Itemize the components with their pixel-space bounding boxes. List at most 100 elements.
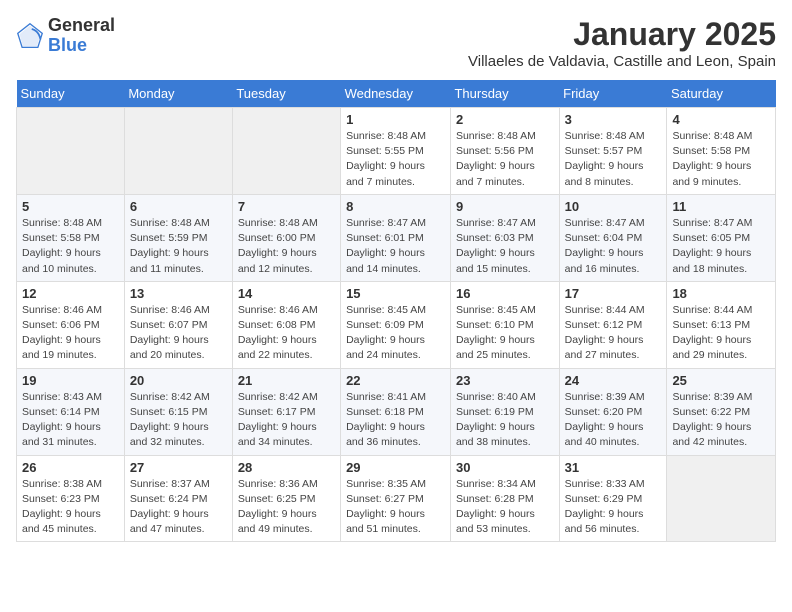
day-info: Sunrise: 8:46 AM Sunset: 6:06 PM Dayligh… (22, 303, 119, 364)
calendar-day-cell: 28 Sunrise: 8:36 AM Sunset: 6:25 PM Dayli… (232, 455, 340, 542)
day-info: Sunrise: 8:46 AM Sunset: 6:07 PM Dayligh… (130, 303, 227, 364)
day-number: 26 (22, 460, 119, 475)
day-number: 21 (238, 373, 335, 388)
day-number: 5 (22, 199, 119, 214)
page-header: General Blue January 2025 Villaeles de V… (16, 16, 776, 70)
day-number: 14 (238, 286, 335, 301)
day-info: Sunrise: 8:35 AM Sunset: 6:27 PM Dayligh… (346, 477, 445, 538)
calendar-day-cell: 21 Sunrise: 8:42 AM Sunset: 6:17 PM Dayli… (232, 368, 340, 455)
calendar-day-cell: 26 Sunrise: 8:38 AM Sunset: 6:23 PM Dayli… (17, 455, 125, 542)
day-number: 25 (672, 373, 770, 388)
calendar-day-cell (124, 108, 232, 195)
day-info: Sunrise: 8:47 AM Sunset: 6:01 PM Dayligh… (346, 216, 445, 277)
logo: General Blue (16, 16, 115, 56)
day-info: Sunrise: 8:45 AM Sunset: 6:10 PM Dayligh… (456, 303, 554, 364)
day-info: Sunrise: 8:48 AM Sunset: 5:56 PM Dayligh… (456, 129, 554, 190)
day-info: Sunrise: 8:41 AM Sunset: 6:18 PM Dayligh… (346, 390, 445, 451)
day-number: 28 (238, 460, 335, 475)
day-number: 27 (130, 460, 227, 475)
day-number: 23 (456, 373, 554, 388)
weekday-header-saturday: Saturday (667, 80, 776, 108)
calendar-day-cell: 14 Sunrise: 8:46 AM Sunset: 6:08 PM Dayli… (232, 281, 340, 368)
calendar-day-cell: 6 Sunrise: 8:48 AM Sunset: 5:59 PM Daylig… (124, 194, 232, 281)
calendar-day-cell: 18 Sunrise: 8:44 AM Sunset: 6:13 PM Dayli… (667, 281, 776, 368)
day-info: Sunrise: 8:48 AM Sunset: 5:58 PM Dayligh… (22, 216, 119, 277)
logo-text: General Blue (48, 16, 115, 56)
day-info: Sunrise: 8:48 AM Sunset: 6:00 PM Dayligh… (238, 216, 335, 277)
calendar-week-row: 19Sunrise: 8:43 AM Sunset: 6:14 PM Dayli… (17, 368, 776, 455)
day-number: 1 (346, 112, 445, 127)
calendar-day-cell: 3 Sunrise: 8:48 AM Sunset: 5:57 PM Daylig… (559, 108, 667, 195)
day-info: Sunrise: 8:47 AM Sunset: 6:03 PM Dayligh… (456, 216, 554, 277)
calendar-day-cell: 30 Sunrise: 8:34 AM Sunset: 6:28 PM Dayli… (450, 455, 559, 542)
day-number: 31 (565, 460, 662, 475)
day-info: Sunrise: 8:48 AM Sunset: 5:57 PM Dayligh… (565, 129, 662, 190)
location-subtitle: Villaeles de Valdavia, Castille and Leon… (468, 53, 776, 70)
calendar-table: SundayMondayTuesdayWednesdayThursdayFrid… (16, 80, 776, 542)
calendar-day-cell: 2 Sunrise: 8:48 AM Sunset: 5:56 PM Daylig… (450, 108, 559, 195)
day-number: 2 (456, 112, 554, 127)
logo-blue: Blue (48, 35, 87, 55)
day-info: Sunrise: 8:34 AM Sunset: 6:28 PM Dayligh… (456, 477, 554, 538)
calendar-day-cell: 22 Sunrise: 8:41 AM Sunset: 6:18 PM Dayli… (341, 368, 451, 455)
day-number: 20 (130, 373, 227, 388)
day-number: 24 (565, 373, 662, 388)
calendar-day-cell: 19Sunrise: 8:43 AM Sunset: 6:14 PM Dayli… (17, 368, 125, 455)
calendar-day-cell: 16 Sunrise: 8:45 AM Sunset: 6:10 PM Dayli… (450, 281, 559, 368)
weekday-header-sunday: Sunday (17, 80, 125, 108)
day-number: 3 (565, 112, 662, 127)
calendar-day-cell: 8 Sunrise: 8:47 AM Sunset: 6:01 PM Daylig… (341, 194, 451, 281)
weekday-header-tuesday: Tuesday (232, 80, 340, 108)
calendar-day-cell: 17Sunrise: 8:44 AM Sunset: 6:12 PM Dayli… (559, 281, 667, 368)
day-number: 8 (346, 199, 445, 214)
day-number: 22 (346, 373, 445, 388)
day-number: 29 (346, 460, 445, 475)
day-number: 6 (130, 199, 227, 214)
weekday-header-monday: Monday (124, 80, 232, 108)
calendar-day-cell (17, 108, 125, 195)
calendar-week-row: 12 Sunrise: 8:46 AM Sunset: 6:06 PM Dayli… (17, 281, 776, 368)
calendar-day-cell: 1Sunrise: 8:48 AM Sunset: 5:55 PM Daylig… (341, 108, 451, 195)
day-number: 11 (672, 199, 770, 214)
day-number: 10 (565, 199, 662, 214)
weekday-header-wednesday: Wednesday (341, 80, 451, 108)
calendar-day-cell (667, 455, 776, 542)
day-info: Sunrise: 8:45 AM Sunset: 6:09 PM Dayligh… (346, 303, 445, 364)
day-number: 4 (672, 112, 770, 127)
logo-icon (16, 22, 44, 50)
day-number: 12 (22, 286, 119, 301)
calendar-day-cell: 23 Sunrise: 8:40 AM Sunset: 6:19 PM Dayli… (450, 368, 559, 455)
day-info: Sunrise: 8:46 AM Sunset: 6:08 PM Dayligh… (238, 303, 335, 364)
day-info: Sunrise: 8:48 AM Sunset: 5:58 PM Dayligh… (672, 129, 770, 190)
calendar-day-cell: 4 Sunrise: 8:48 AM Sunset: 5:58 PM Daylig… (667, 108, 776, 195)
weekday-header-thursday: Thursday (450, 80, 559, 108)
calendar-day-cell: 13Sunrise: 8:46 AM Sunset: 6:07 PM Dayli… (124, 281, 232, 368)
day-info: Sunrise: 8:42 AM Sunset: 6:17 PM Dayligh… (238, 390, 335, 451)
day-number: 7 (238, 199, 335, 214)
month-title: January 2025 (468, 16, 776, 53)
day-info: Sunrise: 8:39 AM Sunset: 6:22 PM Dayligh… (672, 390, 770, 451)
title-block: January 2025 Villaeles de Valdavia, Cast… (468, 16, 776, 70)
day-info: Sunrise: 8:47 AM Sunset: 6:04 PM Dayligh… (565, 216, 662, 277)
day-info: Sunrise: 8:42 AM Sunset: 6:15 PM Dayligh… (130, 390, 227, 451)
weekday-header-friday: Friday (559, 80, 667, 108)
logo-general: General (48, 15, 115, 35)
calendar-day-cell: 10 Sunrise: 8:47 AM Sunset: 6:04 PM Dayli… (559, 194, 667, 281)
day-info: Sunrise: 8:38 AM Sunset: 6:23 PM Dayligh… (22, 477, 119, 538)
calendar-day-cell: 7 Sunrise: 8:48 AM Sunset: 6:00 PM Daylig… (232, 194, 340, 281)
day-info: Sunrise: 8:37 AM Sunset: 6:24 PM Dayligh… (130, 477, 227, 538)
day-info: Sunrise: 8:44 AM Sunset: 6:13 PM Dayligh… (672, 303, 770, 364)
calendar-week-row: 5 Sunrise: 8:48 AM Sunset: 5:58 PM Daylig… (17, 194, 776, 281)
calendar-day-cell: 12 Sunrise: 8:46 AM Sunset: 6:06 PM Dayli… (17, 281, 125, 368)
day-info: Sunrise: 8:36 AM Sunset: 6:25 PM Dayligh… (238, 477, 335, 538)
weekday-header-row: SundayMondayTuesdayWednesdayThursdayFrid… (17, 80, 776, 108)
calendar-day-cell: 29 Sunrise: 8:35 AM Sunset: 6:27 PM Dayli… (341, 455, 451, 542)
day-number: 30 (456, 460, 554, 475)
day-info: Sunrise: 8:40 AM Sunset: 6:19 PM Dayligh… (456, 390, 554, 451)
day-number: 16 (456, 286, 554, 301)
calendar-day-cell: 27 Sunrise: 8:37 AM Sunset: 6:24 PM Dayli… (124, 455, 232, 542)
day-number: 9 (456, 199, 554, 214)
day-info: Sunrise: 8:48 AM Sunset: 5:59 PM Dayligh… (130, 216, 227, 277)
calendar-day-cell (232, 108, 340, 195)
day-number: 18 (672, 286, 770, 301)
